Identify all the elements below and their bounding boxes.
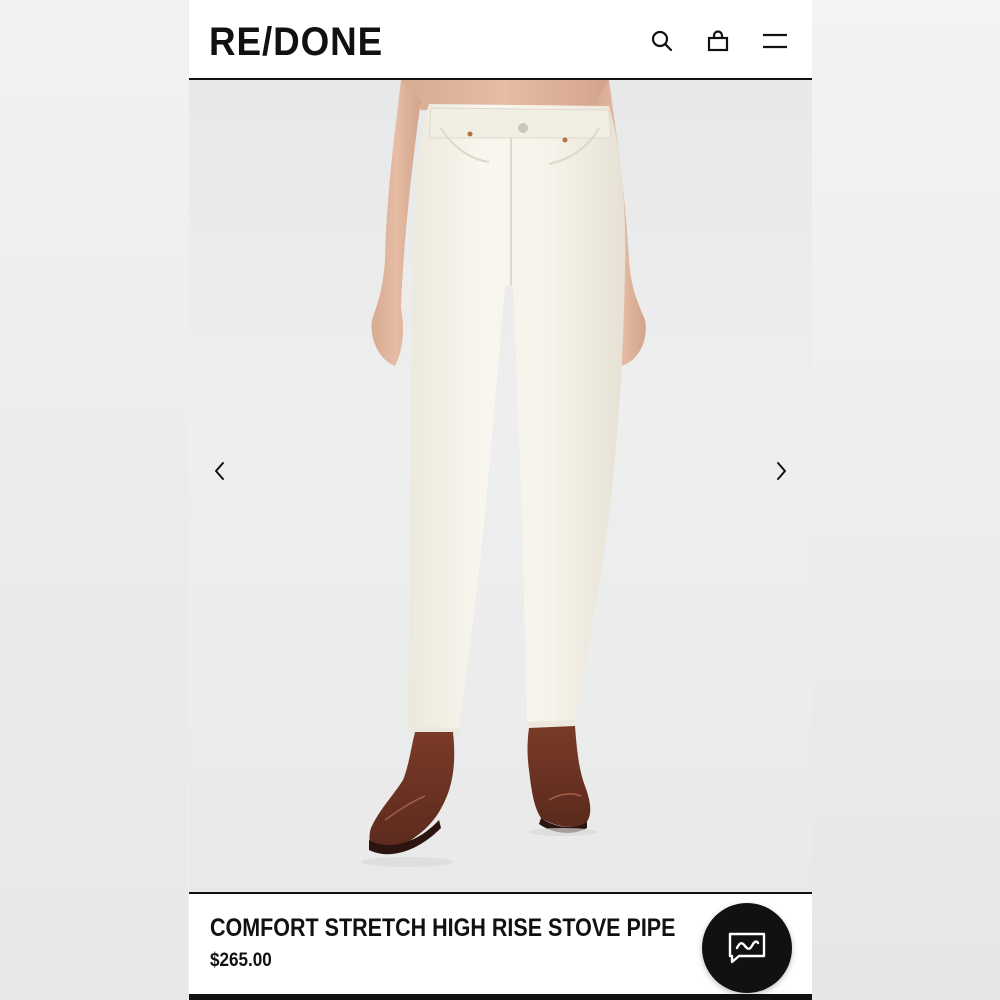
chevron-left-icon[interactable] [205,456,235,486]
chat-message-icon [728,932,766,964]
product-price: $265.00 [210,950,272,971]
chevron-right-icon[interactable] [766,456,796,486]
left-backdrop [0,0,188,1000]
menu-icon[interactable] [761,27,789,55]
product-photo [361,80,646,867]
right-backdrop [812,0,1000,1000]
site-header: RE/DONE [189,0,812,80]
chat-button[interactable] [702,903,792,993]
search-icon[interactable] [648,27,676,55]
product-page: RE/DONE COMFORT STRETCH HIGH RISE STOVE … [189,0,812,1000]
bottom-bar [189,994,812,1000]
shopping-bag-icon[interactable] [704,27,732,55]
product-title: COMFORT STRETCH HIGH RISE STOVE PIPE [210,914,676,942]
brand-logo[interactable]: RE/DONE [209,20,383,64]
product-image-carousel[interactable] [189,80,812,892]
